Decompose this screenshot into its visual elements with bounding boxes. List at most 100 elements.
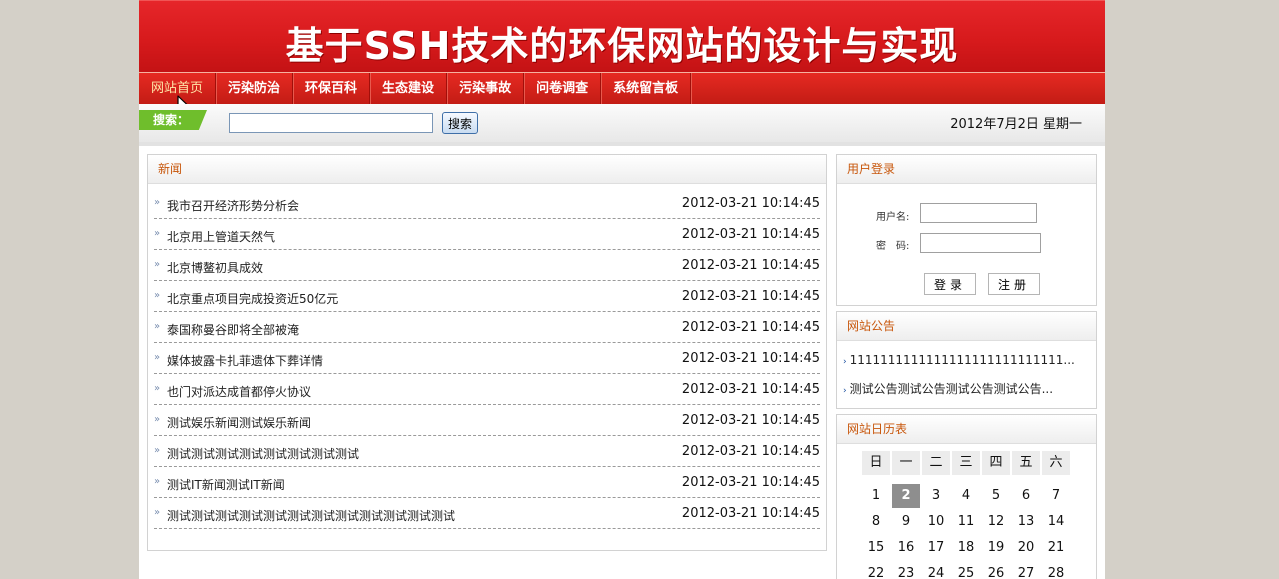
notice-panel-title: 网站公告: [837, 312, 1096, 341]
login-button[interactable]: 登录: [924, 273, 976, 295]
username-field[interactable]: [920, 203, 1037, 223]
news-title[interactable]: 媒体披露卡扎菲遗体下葬详情: [167, 352, 323, 369]
nav-item-ecology[interactable]: 生态建设: [370, 73, 448, 104]
news-time: 2012-03-21 10:14:45: [681, 506, 820, 521]
news-title[interactable]: 北京用上管道天然气: [167, 228, 275, 245]
current-date: 2012年7月2日 星期一: [950, 117, 1082, 132]
calendar-day[interactable]: 20: [1012, 536, 1040, 560]
calendar-day[interactable]: 25: [952, 562, 980, 579]
double-arrow-icon: »: [154, 259, 161, 270]
arrow-bullet-icon: ›: [843, 386, 847, 396]
news-time: 2012-03-21 10:14:45: [681, 351, 820, 366]
news-row: » 测试测试测试测试测试测试测试测试 2012-03-21 10:14:45: [154, 437, 820, 467]
calendar-day[interactable]: 28: [1042, 562, 1070, 579]
calendar-day[interactable]: 6: [1012, 484, 1040, 508]
news-title[interactable]: 测试测试测试测试测试测试测试测试: [167, 445, 359, 462]
calendar-panel: 网站日历表 日一二三四五六 1 2 3 4 5 6 7 8 9 10 11 12 13 14 15 16 17 18…: [836, 414, 1097, 579]
news-list: » 我市召开经济形势分析会 2012-03-21 10:14:45 » 北京用上管道天…: [154, 189, 820, 530]
news-title[interactable]: 泰国称曼谷即将全部被淹: [167, 321, 299, 338]
calendar-weekday: 日: [862, 451, 890, 475]
calendar-day[interactable]: 7: [1042, 484, 1070, 508]
calendar-day[interactable]: 9: [892, 510, 920, 534]
calendar-day[interactable]: 16: [892, 536, 920, 560]
double-arrow-icon: »: [154, 476, 161, 487]
arrow-bullet-icon: ›: [843, 357, 847, 367]
news-time: 2012-03-21 10:14:45: [681, 196, 820, 211]
username-label: 用户名:: [876, 212, 910, 223]
news-title[interactable]: 北京重点项目完成投资近50亿元: [167, 290, 338, 307]
notice-item[interactable]: › 测试公告测试公告测试公告测试公告...: [843, 380, 1091, 397]
main-nav: 网站首页 污染防治 环保百科 生态建设 污染事故 问卷调查 系统留言板: [139, 72, 1105, 104]
search-input[interactable]: [229, 113, 433, 133]
calendar-weekday: 四: [982, 451, 1010, 475]
news-time: 2012-03-21 10:14:45: [681, 227, 820, 242]
calendar-day[interactable]: 11: [952, 510, 980, 534]
double-arrow-icon: »: [154, 321, 161, 332]
news-title[interactable]: 测试IT新闻测试IT新闻: [167, 476, 285, 493]
calendar-day[interactable]: 26: [982, 562, 1010, 579]
calendar-day[interactable]: 14: [1042, 510, 1070, 534]
password-field[interactable]: [920, 233, 1041, 253]
nav-item-message-board[interactable]: 系统留言板: [601, 73, 692, 104]
search-button[interactable]: 搜索: [442, 112, 478, 134]
login-panel-title: 用户登录: [837, 155, 1096, 184]
news-row: » 测试娱乐新闻测试娱乐新闻 2012-03-21 10:14:45: [154, 406, 820, 436]
calendar-weekday: 一: [892, 451, 920, 475]
calendar-day[interactable]: 22: [862, 562, 890, 579]
register-button[interactable]: 注册: [988, 273, 1040, 295]
news-row: » 北京博鳌初具成效 2012-03-21 10:14:45: [154, 251, 820, 281]
news-title[interactable]: 测试测试测试测试测试测试测试测试测试测试测试测试: [167, 507, 455, 524]
calendar-day[interactable]: 17: [922, 536, 950, 560]
calendar-day[interactable]: 15: [862, 536, 890, 560]
site-title: 基于SSH技术的环保网站的设计与实现: [285, 24, 959, 68]
news-time: 2012-03-21 10:14:45: [681, 413, 820, 428]
news-row: » 泰国称曼谷即将全部被淹 2012-03-21 10:14:45: [154, 313, 820, 343]
calendar-day[interactable]: 21: [1042, 536, 1070, 560]
calendar-day[interactable]: 12: [982, 510, 1010, 534]
search-bar: 搜索： 搜索 2012年7月2日 星期一: [139, 104, 1105, 146]
news-time: 2012-03-21 10:14:45: [681, 320, 820, 335]
calendar-day[interactable]: 19: [982, 536, 1010, 560]
calendar-day[interactable]: 23: [892, 562, 920, 579]
double-arrow-icon: »: [154, 197, 161, 208]
news-time: 2012-03-21 10:14:45: [681, 382, 820, 397]
site-banner: 基于SSH技术的环保网站的设计与实现: [139, 0, 1105, 73]
nav-item-pollution-control[interactable]: 污染防治: [216, 73, 294, 104]
news-panel: 新闻 » 我市召开经济形势分析会 2012-03-21 10:14:45 » 北京用上…: [147, 154, 827, 551]
news-title[interactable]: 北京博鳌初具成效: [167, 259, 263, 276]
news-time: 2012-03-21 10:14:45: [681, 475, 820, 490]
news-time: 2012-03-21 10:14:45: [681, 289, 820, 304]
calendar-weekday: 六: [1042, 451, 1070, 475]
page: 基于SSH技术的环保网站的设计与实现 网站首页 污染防治 环保百科 生态建设 污…: [139, 0, 1105, 579]
calendar-day[interactable]: 4: [952, 484, 980, 508]
calendar-day[interactable]: 18: [952, 536, 980, 560]
news-row: » 媒体披露卡扎菲遗体下葬详情 2012-03-21 10:14:45: [154, 344, 820, 374]
calendar-day[interactable]: 13: [1012, 510, 1040, 534]
calendar-day[interactable]: 5: [982, 484, 1010, 508]
calendar-day[interactable]: 10: [922, 510, 950, 534]
calendar-day[interactable]: 8: [862, 510, 890, 534]
calendar-day[interactable]: 3: [922, 484, 950, 508]
calendar-day[interactable]: 24: [922, 562, 950, 579]
notice-panel: 网站公告 › 1111111111111111111111111111... › 测…: [836, 311, 1097, 409]
news-panel-title: 新闻: [148, 155, 826, 184]
search-label: 搜索：: [139, 110, 207, 130]
news-row: » 测试IT新闻测试IT新闻 2012-03-21 10:14:45: [154, 468, 820, 498]
double-arrow-icon: »: [154, 228, 161, 239]
calendar-day-today[interactable]: 2: [892, 484, 920, 508]
nav-item-eco-encyclopedia[interactable]: 环保百科: [293, 73, 371, 104]
notice-item[interactable]: › 1111111111111111111111111111...: [843, 353, 1091, 367]
nav-item-pollution-accidents[interactable]: 污染事故: [447, 73, 525, 104]
news-title[interactable]: 测试娱乐新闻测试娱乐新闻: [167, 414, 311, 431]
news-title[interactable]: 也门对派达成首都停火协议: [167, 383, 311, 400]
news-time: 2012-03-21 10:14:45: [681, 258, 820, 273]
nav-item-survey[interactable]: 问卷调查: [524, 73, 602, 104]
news-title[interactable]: 我市召开经济形势分析会: [167, 197, 299, 214]
double-arrow-icon: »: [154, 352, 161, 363]
news-time: 2012-03-21 10:14:45: [681, 444, 820, 459]
calendar-day[interactable]: 27: [1012, 562, 1040, 579]
calendar-day[interactable]: 1: [862, 484, 890, 508]
double-arrow-icon: »: [154, 445, 161, 456]
news-row: » 测试测试测试测试测试测试测试测试测试测试测试测试 2012-03-21 10:1…: [154, 499, 820, 529]
login-panel: 用户登录 用户名: 密 码: 登录 注册: [836, 154, 1097, 306]
